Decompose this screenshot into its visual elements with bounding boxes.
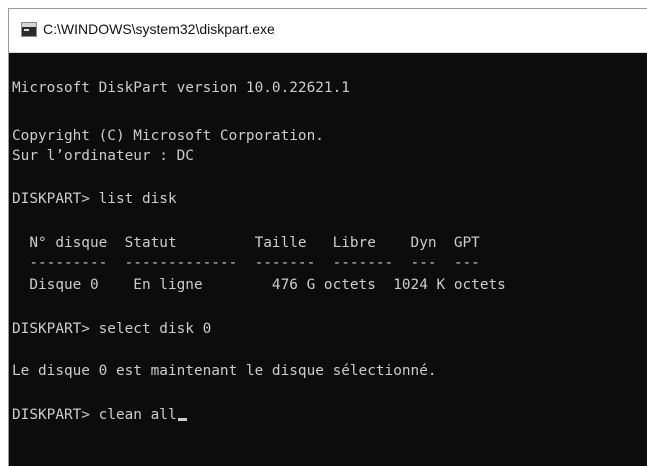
window-title: C:\WINDOWS\system32\diskpart.exe xyxy=(43,21,275,37)
computer-line: Sur l’ordinateur : DC xyxy=(12,148,194,164)
text-cursor xyxy=(177,418,187,421)
title-bar[interactable]: C:\WINDOWS\system32\diskpart.exe xyxy=(9,9,647,53)
table-header-line: N° disque Statut Taille Libre Dyn GPT xyxy=(12,235,480,251)
table-separator-line: --------- ------------- ------- ------- … xyxy=(12,255,480,271)
console-window: C:\WINDOWS\system32\diskpart.exe Microso… xyxy=(8,8,647,466)
prompt-input-line[interactable]: DISKPART> clean all xyxy=(12,405,187,425)
current-command: DISKPART> clean all xyxy=(12,407,177,423)
copyright-line: Copyright (C) Microsoft Corporation. xyxy=(12,128,324,144)
table-row: Disque 0 En ligne 476 G octets 1024 K oc… xyxy=(12,277,506,293)
console-output[interactable]: Microsoft DiskPart version 10.0.22621.1 … xyxy=(9,53,647,466)
selection-message-line: Le disque 0 est maintenant le disque sél… xyxy=(12,363,437,379)
command-select-disk: DISKPART> select disk 0 xyxy=(12,321,212,337)
version-line: Microsoft DiskPart version 10.0.22621.1 xyxy=(12,80,350,96)
console-app-icon xyxy=(21,22,37,37)
command-list-disk: DISKPART> list disk xyxy=(12,191,177,207)
